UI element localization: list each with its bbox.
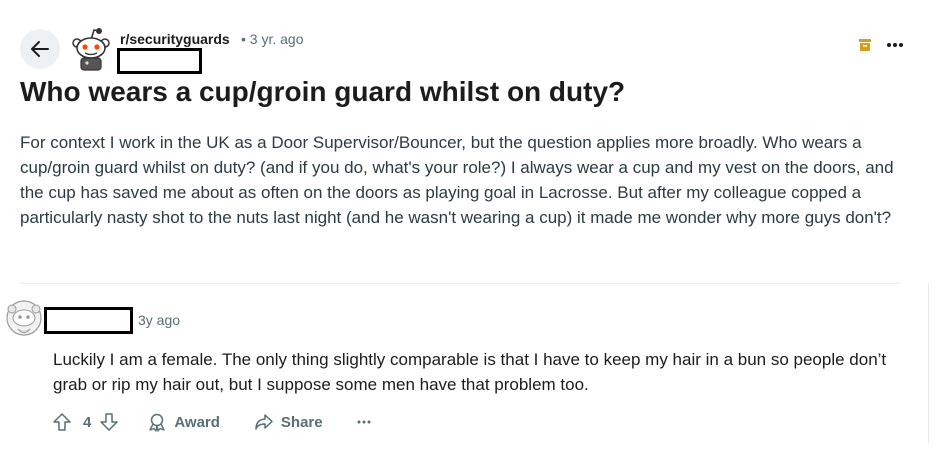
downvote-icon <box>100 413 119 431</box>
post-body: For context I work in the UK as a Door S… <box>20 133 894 227</box>
back-arrow-icon <box>31 41 49 57</box>
redacted-username <box>117 48 202 74</box>
comment-more-button[interactable] <box>357 420 371 424</box>
thread-line <box>928 283 929 443</box>
subreddit-link[interactable]: r/securityguards <box>120 31 230 47</box>
back-button[interactable] <box>20 29 60 69</box>
upvote-icon <box>53 413 71 431</box>
comment-timestamp: 3y ago <box>138 312 181 328</box>
more-icon[interactable] <box>886 42 904 48</box>
award-label: Award <box>174 413 220 431</box>
award-icon <box>149 413 166 432</box>
more-horizontal-icon <box>357 420 371 424</box>
share-icon <box>255 414 273 430</box>
subreddit-snoo-icon[interactable] <box>68 26 114 72</box>
archive-icon <box>859 39 871 51</box>
redacted-comment-author <box>44 307 133 334</box>
post-toolbar <box>858 38 904 52</box>
divider <box>20 283 900 284</box>
comment-actions: 4 Award Share <box>52 408 371 436</box>
share-label: Share <box>280 413 323 431</box>
award-button[interactable]: Award <box>147 412 220 432</box>
comment-score: 4 <box>83 413 92 431</box>
post-timestamp: • 3 yr. ago <box>241 31 304 47</box>
post-title: Who wears a cup/groin guard whilst on du… <box>20 76 626 107</box>
downvote-button[interactable] <box>99 412 119 432</box>
upvote-button[interactable] <box>52 412 72 432</box>
comment-body: Luckily I am a female. The only thing sl… <box>53 350 887 394</box>
share-button[interactable]: Share <box>254 412 323 432</box>
commenter-avatar[interactable] <box>4 296 44 340</box>
